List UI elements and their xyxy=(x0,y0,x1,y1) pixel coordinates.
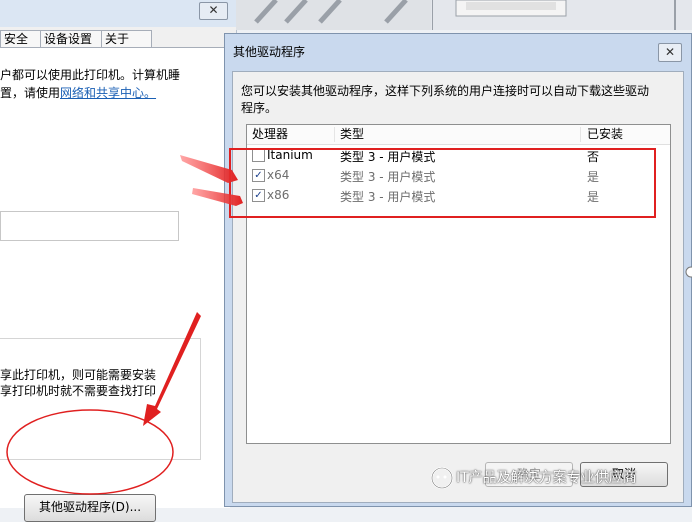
tab-device-settings[interactable]: 设备设置 xyxy=(40,30,106,47)
drivers-group xyxy=(0,338,201,460)
scroll-indicator[interactable] xyxy=(683,266,692,278)
watermark: IT产品及解决方案专业供应商 xyxy=(430,464,692,492)
row-processor: x64 xyxy=(267,168,290,182)
drivers-list[interactable]: 处理器 类型 已安装 Itanium 类型 3 - 用户模式 否 ✓ x64 类… xyxy=(246,124,671,444)
driver-row-x64[interactable]: ✓ x64 类型 3 - 用户模式 是 xyxy=(247,166,670,186)
column-header-type[interactable]: 类型 xyxy=(340,126,364,142)
row-type: 类型 3 - 用户模式 xyxy=(340,170,436,184)
share-name-input[interactable] xyxy=(0,211,179,241)
drivers-list-header: 处理器 类型 已安装 xyxy=(247,125,670,145)
column-divider[interactable] xyxy=(334,127,335,142)
driver-row-itanium[interactable]: Itanium 类型 3 - 用户模式 否 xyxy=(247,146,670,166)
dialog-description-line: 您可以安装其他驱动程序，这样下列系统的用户连接时可以自动下载这些驱动 xyxy=(241,84,650,98)
sharing-description-line: 户都可以使用此打印机。计算机睡 xyxy=(0,68,181,82)
dialog-title: 其他驱动程序 xyxy=(233,45,306,59)
column-header-processor[interactable]: 处理器 xyxy=(252,126,288,142)
row-installed: 是 xyxy=(587,190,600,204)
driver-row-x86[interactable]: ✓ x86 类型 3 - 用户模式 是 xyxy=(247,186,670,206)
background-printer-image xyxy=(236,0,676,30)
tab-security[interactable]: 安全 xyxy=(0,30,41,47)
tab-about[interactable]: 关于 xyxy=(101,30,152,47)
sharing-description-prefix: 置，请使用 xyxy=(0,86,61,100)
printer-properties-window: ✕ 安全 设备设置 关于 户都可以使用此打印机。计算机睡 置，请使用网络和共享中… xyxy=(0,0,237,522)
watermark-text: IT产品及解决方案专业供应商 xyxy=(456,470,637,486)
row-type: 类型 3 - 用户模式 xyxy=(340,150,436,164)
column-divider[interactable] xyxy=(580,127,581,142)
row-installed: 否 xyxy=(587,150,600,164)
column-header-installed[interactable]: 已安装 xyxy=(587,126,623,142)
row-checkbox[interactable] xyxy=(252,149,265,162)
background-desktop-strip xyxy=(236,0,692,30)
network-sharing-center-link[interactable]: 网络和共享中心。 xyxy=(60,86,156,100)
other-drivers-dialog: 其他驱动程序 ✕ 您可以安装其他驱动程序，这样下列系统的用户连接时可以自动下载这… xyxy=(224,33,692,507)
dialog-description-line: 程序。 xyxy=(241,101,278,115)
dialog-client-area: 您可以安装其他驱动程序，这样下列系统的用户连接时可以自动下载这些驱动 程序。 处… xyxy=(232,71,684,503)
row-checkbox[interactable]: ✓ xyxy=(252,169,265,182)
close-button[interactable]: ✕ xyxy=(199,2,228,20)
close-button[interactable]: ✕ xyxy=(658,43,682,62)
other-drivers-button[interactable]: 其他驱动程序(D)... xyxy=(24,494,156,522)
row-processor: x86 xyxy=(267,188,290,202)
drivers-description-line: 享打印机时就不需要查找打印 xyxy=(0,384,157,398)
sharing-description-line: 置，请使用网络和共享中心。 xyxy=(0,84,156,101)
properties-sharing-panel: 户都可以使用此打印机。计算机睡 置，请使用网络和共享中心。 享此打印机，则可能需… xyxy=(0,47,230,522)
row-checkbox[interactable]: ✓ xyxy=(252,189,265,202)
wechat-icon xyxy=(431,467,453,489)
row-installed: 是 xyxy=(587,170,600,184)
row-type: 类型 3 - 用户模式 xyxy=(340,190,436,204)
drivers-description-line: 享此打印机，则可能需要安装 xyxy=(0,368,157,382)
printer-properties-titlebar: ✕ xyxy=(0,0,236,27)
row-processor: Itanium xyxy=(267,148,313,162)
